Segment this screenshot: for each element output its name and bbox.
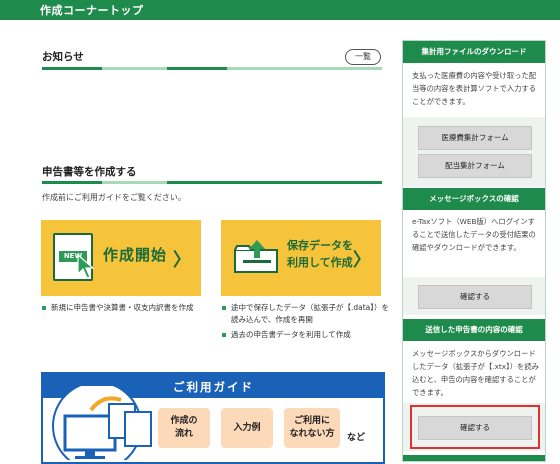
medical-expense-form-button[interactable]: 医療費集計フォーム	[418, 126, 532, 150]
input-example-button[interactable]: 入力例	[221, 408, 273, 448]
notice-list-button[interactable]: 一覧	[345, 49, 381, 65]
page-title: 作成コーナートップ	[40, 4, 144, 17]
monitor-documents-icon	[52, 386, 152, 460]
first-time-users-button[interactable]: ご利用に なれない方	[284, 408, 340, 448]
create-divider	[42, 181, 382, 184]
creation-flow-button[interactable]: 作成の 流れ	[158, 408, 210, 448]
guide-etc-label: など	[347, 433, 366, 443]
new-creation-notes: 新規に申告書や決算書・収支内訳書を作成	[42, 302, 212, 317]
header-bar: 作成コーナートップ	[0, 0, 560, 20]
usage-guide-title: ご利用ガイド	[173, 380, 254, 394]
create-lead-text: 作成前にご利用ガイドをご覧ください。	[42, 193, 186, 202]
use-saved-data-button[interactable]: 保存データを 利用して作成 〉	[221, 220, 381, 296]
saved-data-notes: 途中で保存したデータ（拡張子が【.data】）を読み込んで、作成を再開 過去の申…	[222, 302, 392, 344]
pointer-cursor-icon	[77, 254, 95, 279]
download-files-heading: 集計用ファイルのダウンロード	[403, 41, 545, 63]
highlight-box	[410, 405, 540, 449]
list-item: 新規に申告書や決算書・収支内訳書を作成	[42, 302, 212, 314]
chevron-right-icon: 〉	[173, 250, 191, 271]
message-box-heading: メッセージボックスの確認	[403, 188, 545, 210]
list-item: 過去の申告書データを利用して作成	[222, 329, 392, 341]
submitted-return-desc: メッセージボックスからダウンロードしたデータ（拡張子が【.xtx】）を読み込むと…	[412, 349, 539, 397]
submitted-return-heading: 送信した申告書の内容の確認	[403, 319, 545, 341]
create-section-title: 申告書等を作成する	[42, 166, 137, 178]
list-item: 途中で保存したデータ（拡張子が【.data】）を読み込んで、作成を再開	[222, 302, 392, 326]
chevron-right-icon: 〉	[353, 250, 371, 271]
sidebar: 集計用ファイルのダウンロード 支払った医療費の内容や受け取った配当等の内容を表計…	[402, 40, 546, 462]
notice-title: お知らせ	[42, 51, 84, 63]
start-creation-button[interactable]: NEW 作成開始 〉	[41, 220, 201, 296]
message-box-desc: e-Taxソフト（WEB版）へログインすることで送信したデータの受付結果の確認や…	[412, 217, 536, 252]
dividend-form-button[interactable]: 配当集計フォーム	[418, 154, 532, 178]
notice-divider	[42, 67, 382, 70]
start-creation-label: 作成開始	[103, 246, 168, 264]
folder-upload-icon	[234, 240, 278, 273]
download-files-desc: 支払った医療費の内容や受け取った配当等の内容を表計算ソフトで入力することができま…	[412, 71, 537, 106]
usage-guide-banner[interactable]: ご利用ガイド 作成の 流れ 入力例 ご利用に なれない方 など	[41, 372, 385, 464]
check-message-box-button[interactable]: 確認する	[418, 285, 532, 309]
